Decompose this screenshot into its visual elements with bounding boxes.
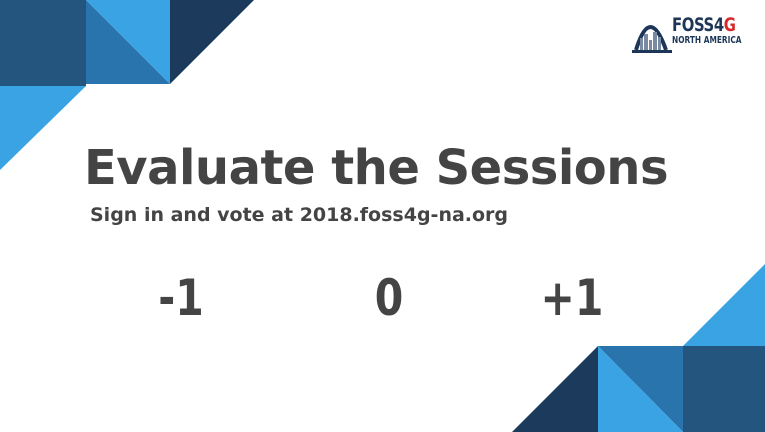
- bottom-right-top-triangle: [683, 264, 765, 346]
- logo-subtitle: NORTH AMERICA: [672, 35, 742, 46]
- foss4g-logo: FOSS4G NORTH AMERICA: [632, 14, 750, 54]
- vote-minus-one: -1: [158, 269, 204, 327]
- top-left-bottom-triangle: [0, 86, 86, 170]
- vote-plus-one: +1: [540, 269, 604, 327]
- top-left-dark-triangle: [170, 0, 254, 84]
- top-left-navy-block: [0, 0, 86, 86]
- gateway-arch-icon: [632, 25, 672, 53]
- bottom-right-navy-block: [683, 346, 765, 432]
- slide-subtitle: Sign in and vote at 2018.foss4g-na.org: [90, 204, 509, 226]
- vote-zero: 0: [374, 269, 404, 327]
- logo-title: FOSS4G: [672, 14, 736, 36]
- slide-title: Evaluate the Sessions: [84, 140, 669, 196]
- bottom-right-dark-triangle: [512, 346, 598, 432]
